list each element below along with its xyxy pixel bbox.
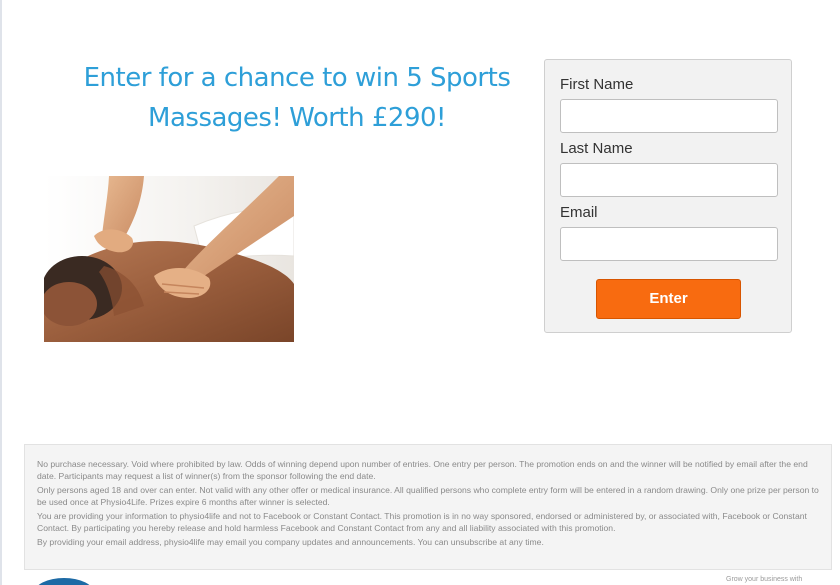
massage-image-icon	[44, 176, 294, 342]
email-input[interactable]	[560, 227, 778, 261]
terms-and-conditions: No purchase necessary. Void where prohib…	[24, 444, 832, 570]
terms-paragraph-3: You are providing your information to ph…	[37, 511, 807, 533]
terms-paragraph-1: No purchase necessary. Void where prohib…	[37, 459, 808, 481]
footer-note: Grow your business with	[726, 576, 803, 583]
entry-form: First Name Last Name Email Enter	[544, 59, 792, 333]
headline-line-2: Massages! Worth £290!	[148, 103, 446, 133]
first-name-input[interactable]	[560, 99, 778, 133]
promotion-page: Enter for a chance to win 5 Sports Massa…	[0, 0, 840, 585]
first-name-label: First Name	[560, 76, 634, 93]
headline-line-1: Enter for a chance to win 5 Sports	[83, 63, 511, 93]
last-name-label: Last Name	[560, 140, 633, 157]
promo-headline: Enter for a chance to win 5 Sports Massa…	[42, 58, 552, 138]
terms-paragraph-4: By providing your email address, physio4…	[37, 537, 544, 547]
email-label: Email	[560, 204, 598, 221]
enter-button[interactable]: Enter	[596, 279, 741, 319]
brand-logo-icon	[34, 578, 94, 585]
last-name-input[interactable]	[560, 163, 778, 197]
massage-photo	[44, 176, 294, 342]
terms-paragraph-2: Only persons aged 18 and over can enter.…	[37, 485, 819, 507]
